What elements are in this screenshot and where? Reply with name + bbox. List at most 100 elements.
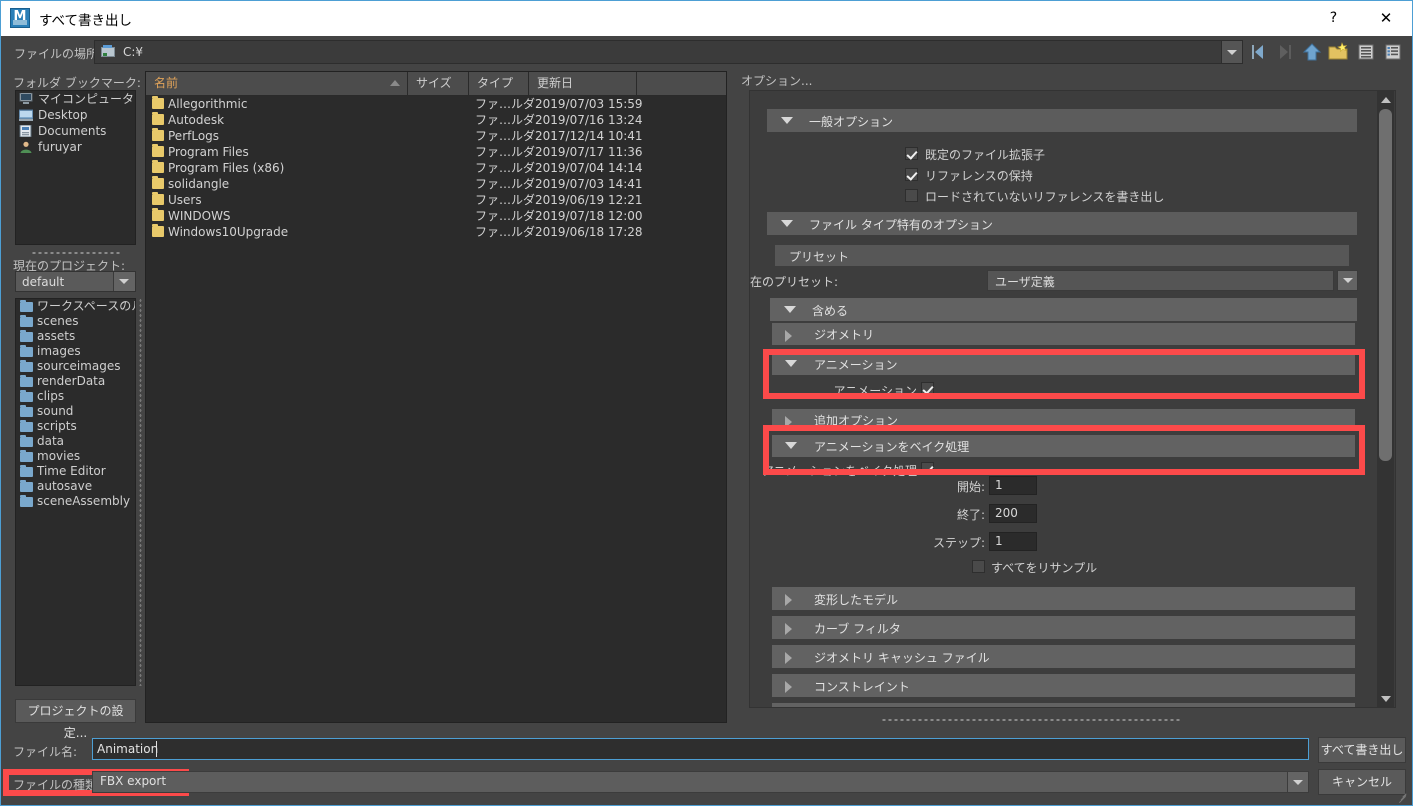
project-settings-button[interactable]: プロジェクトの設定... [15, 699, 136, 740]
section-label: コンストレイント [814, 680, 910, 694]
scrollbar-thumb[interactable] [1379, 109, 1392, 461]
chevron-right-icon [785, 330, 792, 342]
project-folder-item-11[interactable]: Time Editor [16, 464, 135, 479]
section-general-options[interactable]: 一般オプション [767, 109, 1357, 132]
project-folder-item-10[interactable]: movies [16, 449, 135, 464]
cell-name: Users [168, 193, 202, 207]
start-frame-input[interactable]: 1 [989, 476, 1037, 495]
chevron-right-icon [785, 594, 792, 606]
end-frame-input[interactable]: 200 [989, 504, 1037, 523]
project-folder-item-2[interactable]: assets [16, 329, 135, 344]
bookmark-item-1[interactable]: Desktop [16, 107, 135, 123]
bookmark-label: マイコンピュータ [38, 92, 135, 106]
table-row[interactable]: Windows10Upgrade ファ…ルダ 2019/06/18 17:28 [146, 224, 726, 240]
cancel-button[interactable]: キャンセル [1318, 769, 1406, 795]
step-input[interactable]: 1 [989, 532, 1037, 551]
path-bar: ファイルの場所: C:¥ [2, 37, 1411, 68]
path-dropdown-button[interactable] [1221, 40, 1243, 64]
project-folder-item-1[interactable]: scenes [16, 314, 135, 329]
chevron-down-icon[interactable] [113, 272, 135, 291]
project-folder-item-3[interactable]: images [16, 344, 135, 359]
table-row[interactable]: Users ファ…ルダ 2019/06/19 12:21 [146, 192, 726, 208]
chevron-down-icon [781, 117, 793, 124]
current-preset-select[interactable]: ユーザ定義 [987, 270, 1334, 291]
bookmark-item-3[interactable]: furuyar [16, 139, 135, 155]
section-filetype-options[interactable]: ファイル タイプ特有のオプション [767, 212, 1357, 235]
project-folder-item-4[interactable]: sourceimages [16, 359, 135, 374]
checkbox-label: アニメーション [833, 384, 917, 398]
section-curve-filters[interactable]: カーブ フィルタ [772, 616, 1355, 639]
section-animation[interactable]: アニメーション [772, 353, 1355, 375]
project-folder-item-12[interactable]: autosave [16, 479, 135, 494]
folder-icon [152, 224, 164, 237]
cell-date: 2019/07/16 13:24 [535, 113, 643, 127]
resize-grip[interactable] [1397, 790, 1409, 804]
column-header-date[interactable]: 更新日 [529, 72, 637, 95]
export-all-button[interactable]: すべて書き出し [1318, 737, 1406, 763]
table-row[interactable]: PerfLogs ファ…ルダ 2017/12/14 10:41 [146, 128, 726, 144]
section-extra-options[interactable]: 追加オプション [772, 409, 1355, 431]
section-bake-animation[interactable]: アニメーションをベイク処理 [772, 435, 1355, 457]
close-icon[interactable]: ✕ [1360, 1, 1412, 36]
path-field[interactable]: C:¥ [94, 40, 1242, 64]
help-button[interactable]: ? [1311, 1, 1356, 36]
filetype-dropdown-button[interactable] [1287, 771, 1309, 793]
list-view-icon[interactable] [1355, 41, 1377, 63]
section-geometry-cache-file[interactable]: ジオメトリ キャッシュ ファイル [772, 645, 1355, 668]
bookmarks-label: フォルダ ブックマーク: [13, 76, 141, 90]
project-folder-label: renderData [37, 374, 106, 388]
window-title: すべて書き出し [39, 13, 133, 29]
new-folder-icon[interactable] [1327, 41, 1349, 63]
column-header-size[interactable]: サイズ [408, 72, 469, 95]
project-list-splitter[interactable] [139, 298, 142, 686]
section-constraints[interactable]: コンストレイント [772, 674, 1355, 697]
table-row[interactable]: Program Files (x86) ファ…ルダ 2019/07/04 14:14 [146, 160, 726, 176]
table-row[interactable]: WINDOWS ファ…ルダ 2019/07/18 12:00 [146, 208, 726, 224]
scroll-up-icon[interactable] [1379, 93, 1392, 106]
project-folder-item-8[interactable]: scripts [16, 419, 135, 434]
checkbox-icon [972, 560, 985, 573]
nav-up-icon[interactable] [1301, 41, 1323, 63]
table-row[interactable]: Program Files ファ…ルダ 2019/07/17 11:36 [146, 144, 726, 160]
project-folder-item-0[interactable]: ワークスペースのルート [16, 299, 135, 314]
project-folder-list[interactable]: ワークスペースのルートscenesassetsimagessourceimage… [15, 298, 136, 686]
nav-back-icon[interactable] [1247, 41, 1269, 63]
checkbox-icon [905, 147, 918, 160]
project-folder-item-7[interactable]: sound [16, 404, 135, 419]
project-folder-item-6[interactable]: clips [16, 389, 135, 404]
detail-view-icon[interactable] [1382, 41, 1404, 63]
section-partial-next[interactable] [772, 703, 1355, 707]
bookmark-item-2[interactable]: Documents [16, 123, 135, 139]
chevron-down-icon [785, 442, 797, 449]
column-header-name[interactable]: 名前 [146, 72, 408, 95]
project-folder-item-9[interactable]: data [16, 434, 135, 449]
section-include[interactable]: 含める [770, 298, 1357, 321]
filetype-select[interactable]: FBX export [92, 771, 1309, 793]
table-row[interactable]: solidangle ファ…ルダ 2019/07/03 14:41 [146, 176, 726, 192]
folder-icon [20, 300, 33, 312]
path-label: ファイルの場所: [14, 47, 103, 61]
table-row[interactable]: Autodesk ファ…ルダ 2019/07/16 13:24 [146, 112, 726, 128]
section-label: ファイル タイプ特有のオプション [809, 218, 993, 232]
bookmarks-list[interactable]: マイコンピュータ Desktop Documents furuyar [15, 90, 136, 245]
nav-forward-icon[interactable] [1274, 41, 1296, 63]
horizontal-splitter[interactable] [881, 718, 1181, 722]
scroll-down-icon[interactable] [1379, 692, 1392, 705]
bookmark-label: furuyar [38, 140, 82, 154]
table-row[interactable]: Allegorithmic ファ…ルダ 2019/07/03 15:59 [146, 96, 726, 112]
options-scrollbar[interactable] [1377, 91, 1394, 707]
filename-input[interactable]: Animation [92, 738, 1309, 760]
project-folder-label: movies [37, 449, 81, 463]
section-geometry[interactable]: ジオメトリ [772, 323, 1355, 345]
cell-type: ファ…ルダ [475, 97, 536, 111]
chevron-down-icon[interactable] [1337, 270, 1358, 291]
column-header-type[interactable]: タイプ [469, 72, 529, 95]
bookmark-item-0[interactable]: マイコンピュータ [16, 91, 135, 107]
section-deformed-models[interactable]: 変形したモデル [772, 587, 1355, 610]
file-list-header: 名前 サイズ タイプ 更新日 [146, 72, 726, 96]
project-select[interactable]: default [15, 271, 136, 292]
project-folder-item-13[interactable]: sceneAssembly [16, 494, 135, 509]
text-caret [156, 741, 157, 757]
sidebar-splitter[interactable] [31, 251, 121, 255]
project-folder-item-5[interactable]: renderData [16, 374, 135, 389]
